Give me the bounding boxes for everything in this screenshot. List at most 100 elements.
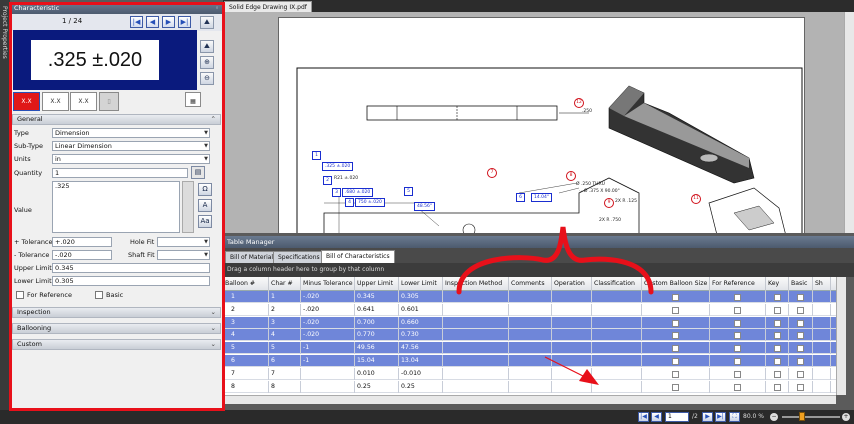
table-icon[interactable]: ▦	[185, 92, 201, 107]
for-reference-checkbox[interactable]	[16, 291, 24, 299]
cell-lower[interactable]: 0.305	[399, 291, 443, 303]
column-header-12[interactable]: Key	[766, 277, 789, 291]
first-button[interactable]: |◀	[130, 16, 143, 28]
cell-minus[interactable]: -1	[301, 355, 355, 367]
column-header-9[interactable]: Classification	[592, 277, 642, 291]
cell-13[interactable]	[789, 380, 813, 393]
cell-minus[interactable]: -.020	[301, 303, 355, 316]
drawing-vertical-scrollbar[interactable]	[844, 12, 854, 233]
grid-checkbox[interactable]	[797, 319, 804, 327]
zoom-out-icon[interactable]: ⊖	[200, 72, 214, 85]
grid-checkbox[interactable]	[797, 332, 804, 340]
char-tag-4-value[interactable]: 750 ±.020	[355, 198, 385, 207]
cell-7[interactable]	[509, 303, 552, 316]
grid-checkbox[interactable]	[672, 358, 679, 365]
column-header-8[interactable]: Operation	[552, 277, 592, 291]
grid-checkbox[interactable]	[797, 345, 804, 353]
cell-char[interactable]: 6	[269, 355, 301, 367]
char-tag-1-value[interactable]: .325 ±.020	[322, 162, 354, 171]
status-next-page-button[interactable]: ▶	[702, 412, 713, 422]
cell-7[interactable]	[509, 380, 552, 393]
cell-lower[interactable]: -0.010	[399, 367, 443, 380]
grid-checkbox[interactable]	[734, 319, 741, 327]
cell-minus[interactable]	[301, 367, 355, 380]
grid-checkbox[interactable]	[672, 319, 679, 327]
cell-11[interactable]	[710, 291, 766, 303]
cell-upper[interactable]: 0.700	[355, 316, 399, 329]
cell-char[interactable]: 2	[269, 303, 301, 316]
cell-char[interactable]: 7	[269, 367, 301, 380]
cell-11[interactable]	[710, 342, 766, 355]
cell-9[interactable]	[592, 329, 642, 342]
grid-checkbox[interactable]	[672, 345, 679, 353]
omega-symbol-button[interactable]: Ω	[198, 183, 212, 196]
cell-char[interactable]: 3	[269, 316, 301, 329]
cell-6[interactable]	[443, 316, 509, 329]
grid-checkbox[interactable]	[797, 383, 804, 391]
cell-7[interactable]	[509, 367, 552, 380]
upper-limit-input[interactable]: 0.345	[52, 263, 210, 273]
column-header-11[interactable]: For Reference	[710, 277, 766, 291]
balloon-9[interactable]: 9	[604, 198, 614, 208]
cell-7[interactable]	[509, 291, 552, 303]
cell-12[interactable]	[766, 329, 789, 342]
format-style-2-button[interactable]: X.X	[42, 92, 69, 111]
balloon-7[interactable]: 7	[487, 168, 497, 178]
cell-14[interactable]	[813, 303, 831, 316]
general-section-header[interactable]: General ⌃	[12, 114, 221, 125]
cell-14[interactable]	[813, 355, 831, 367]
cell-6[interactable]	[443, 367, 509, 380]
column-header-5[interactable]: Lower Limit	[399, 277, 443, 291]
cell-upper[interactable]: 0.345	[355, 291, 399, 303]
font-a-button[interactable]: A	[198, 199, 212, 212]
column-header-3[interactable]: Minus Tolerance	[301, 277, 355, 291]
balloon-12[interactable]: 12	[574, 98, 584, 108]
column-header-4[interactable]: Upper Limit	[355, 277, 399, 291]
column-header-2[interactable]: Char #	[269, 277, 301, 291]
cell-8[interactable]	[552, 329, 592, 342]
cell-11[interactable]	[710, 316, 766, 329]
cell-8[interactable]	[552, 355, 592, 367]
cell-11[interactable]	[710, 303, 766, 316]
char-tag-2[interactable]: 2	[323, 176, 332, 185]
basic-checkbox[interactable]	[95, 291, 103, 299]
cell-10[interactable]	[642, 316, 710, 329]
cell-10[interactable]	[642, 303, 710, 316]
zoom-out-icon[interactable]: −	[770, 413, 778, 421]
cell-lower[interactable]: 13.04	[399, 355, 443, 367]
status-prev-page-button[interactable]: ◀	[651, 412, 662, 422]
grid-horizontal-scrollbar[interactable]	[223, 395, 836, 404]
cell-12[interactable]	[766, 291, 789, 303]
cell-balloon[interactable]: 5	[223, 342, 269, 355]
cell-12[interactable]	[766, 367, 789, 380]
grid-checkbox[interactable]	[734, 358, 741, 365]
cell-6[interactable]	[443, 303, 509, 316]
cell-12[interactable]	[766, 303, 789, 316]
font-aa-button[interactable]: Aa	[198, 215, 212, 228]
zoom-in-icon[interactable]: ⊕	[200, 56, 214, 69]
table-row[interactable]: 8 8 0.25 0.25	[223, 380, 836, 393]
cell-13[interactable]	[789, 355, 813, 367]
grid-checkbox[interactable]	[734, 294, 741, 301]
subtype-select[interactable]: Linear Dimension ▼	[52, 141, 210, 151]
quantity-input[interactable]: 1	[52, 168, 188, 178]
cell-12[interactable]	[766, 380, 789, 393]
cell-12[interactable]	[766, 342, 789, 355]
cell-13[interactable]	[789, 329, 813, 342]
cell-13[interactable]	[789, 316, 813, 329]
cell-9[interactable]	[592, 291, 642, 303]
mountain-icon[interactable]: ⛰	[200, 40, 214, 53]
cell-minus[interactable]: -.020	[301, 316, 355, 329]
cell-14[interactable]	[813, 367, 831, 380]
char-tag-5-value[interactable]: 48.56°	[414, 202, 436, 211]
cell-balloon[interactable]: 2	[223, 303, 269, 316]
grid-checkbox[interactable]	[774, 332, 781, 340]
cell-upper[interactable]: 15.04	[355, 355, 399, 367]
cell-lower[interactable]: 0.660	[399, 316, 443, 329]
column-header-6[interactable]: Inspection Method	[443, 277, 509, 291]
column-header-13[interactable]: Basic	[789, 277, 813, 291]
grid-checkbox[interactable]	[774, 306, 781, 314]
cell-8[interactable]	[552, 342, 592, 355]
cell-lower[interactable]: 0.601	[399, 303, 443, 316]
zoom-slider-track[interactable]	[782, 416, 840, 418]
